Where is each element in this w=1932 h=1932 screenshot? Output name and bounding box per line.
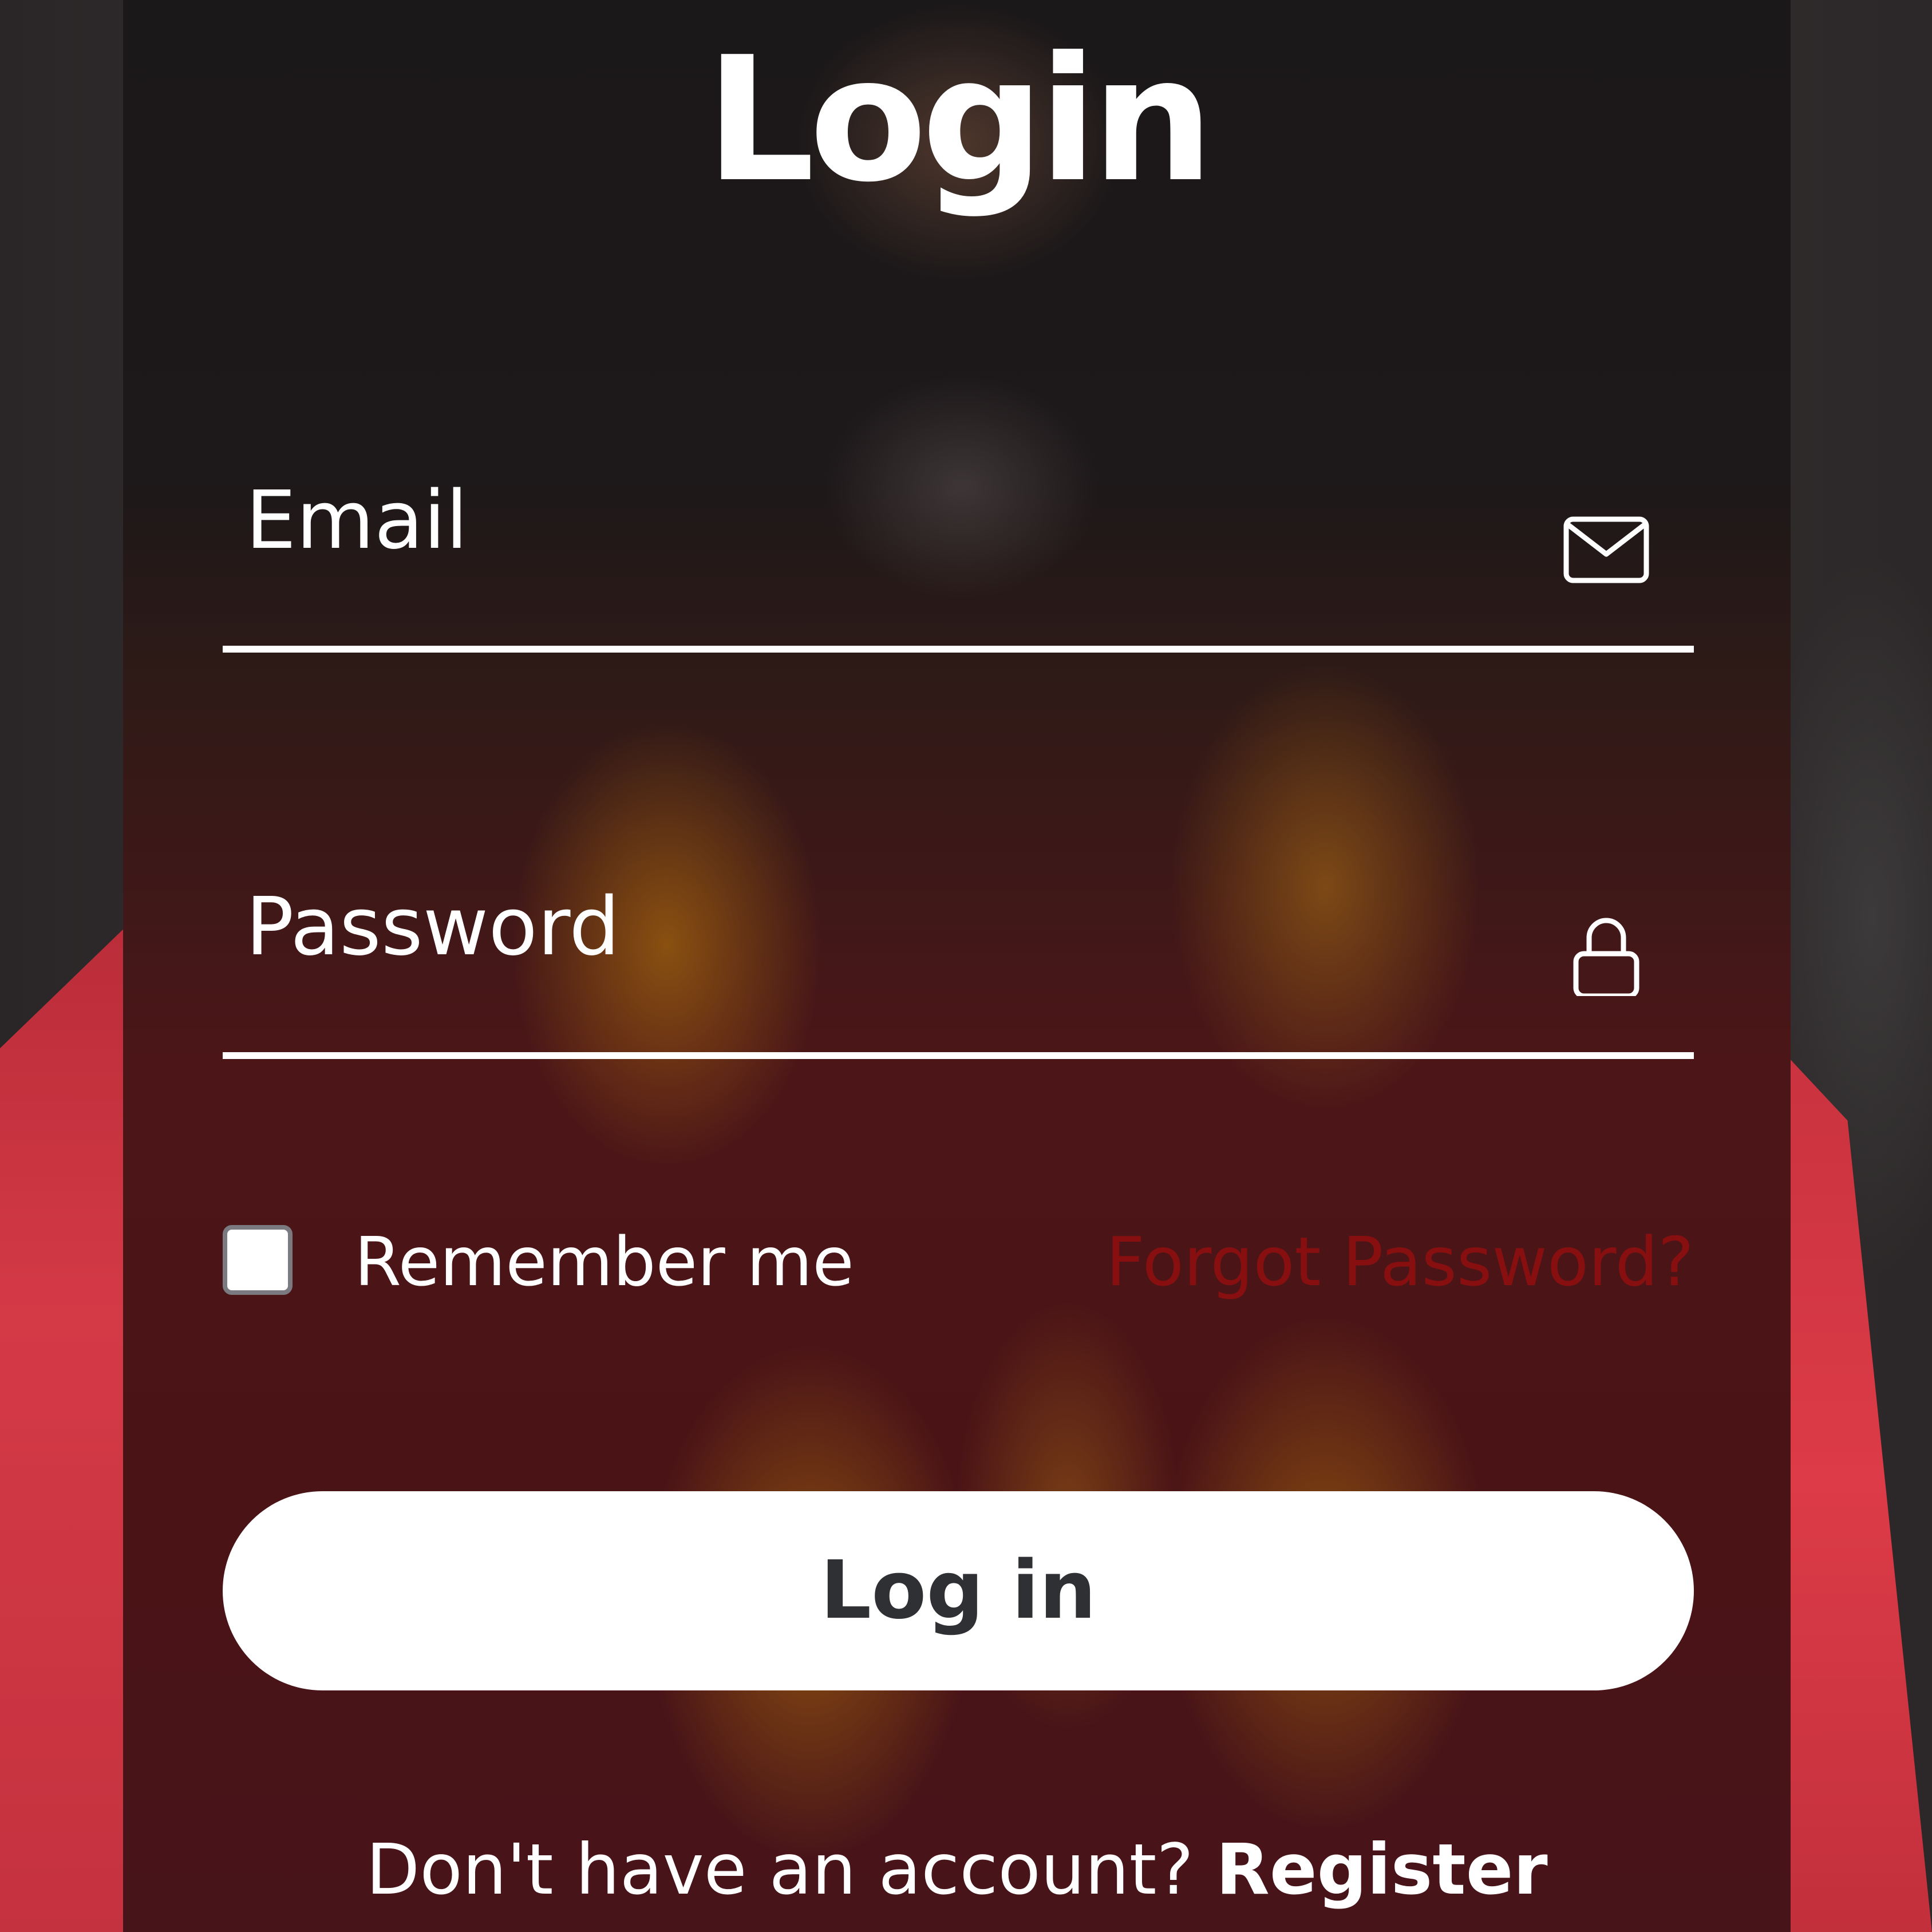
password-field[interactable]: Password xyxy=(223,853,1694,1059)
register-prompt: Don't have an account? Register xyxy=(123,1835,1791,1905)
register-link[interactable]: Register xyxy=(1216,1829,1548,1910)
email-field[interactable]: Email xyxy=(223,447,1694,653)
lock-icon xyxy=(1563,910,1649,999)
login-card: Login Email Password Remember me Forgot … xyxy=(123,0,1791,1932)
forgot-password-link[interactable]: Forgot Password? xyxy=(1106,1228,1694,1295)
options-row: Remember me Forgot Password? xyxy=(223,1219,1694,1311)
login-button[interactable]: Log in xyxy=(223,1491,1694,1690)
email-underline xyxy=(223,646,1694,653)
email-placeholder: Email xyxy=(246,474,468,567)
register-prompt-text: Don't have an account? xyxy=(366,1829,1194,1910)
password-underline xyxy=(223,1052,1694,1059)
remember-label[interactable]: Remember me xyxy=(354,1228,854,1295)
page-title: Login xyxy=(705,20,1214,220)
envelope-icon xyxy=(1563,504,1649,590)
remember-checkbox[interactable] xyxy=(223,1225,293,1295)
password-placeholder: Password xyxy=(246,880,620,974)
page-background: Login Email Password Remember me Forgot … xyxy=(0,0,1932,1932)
